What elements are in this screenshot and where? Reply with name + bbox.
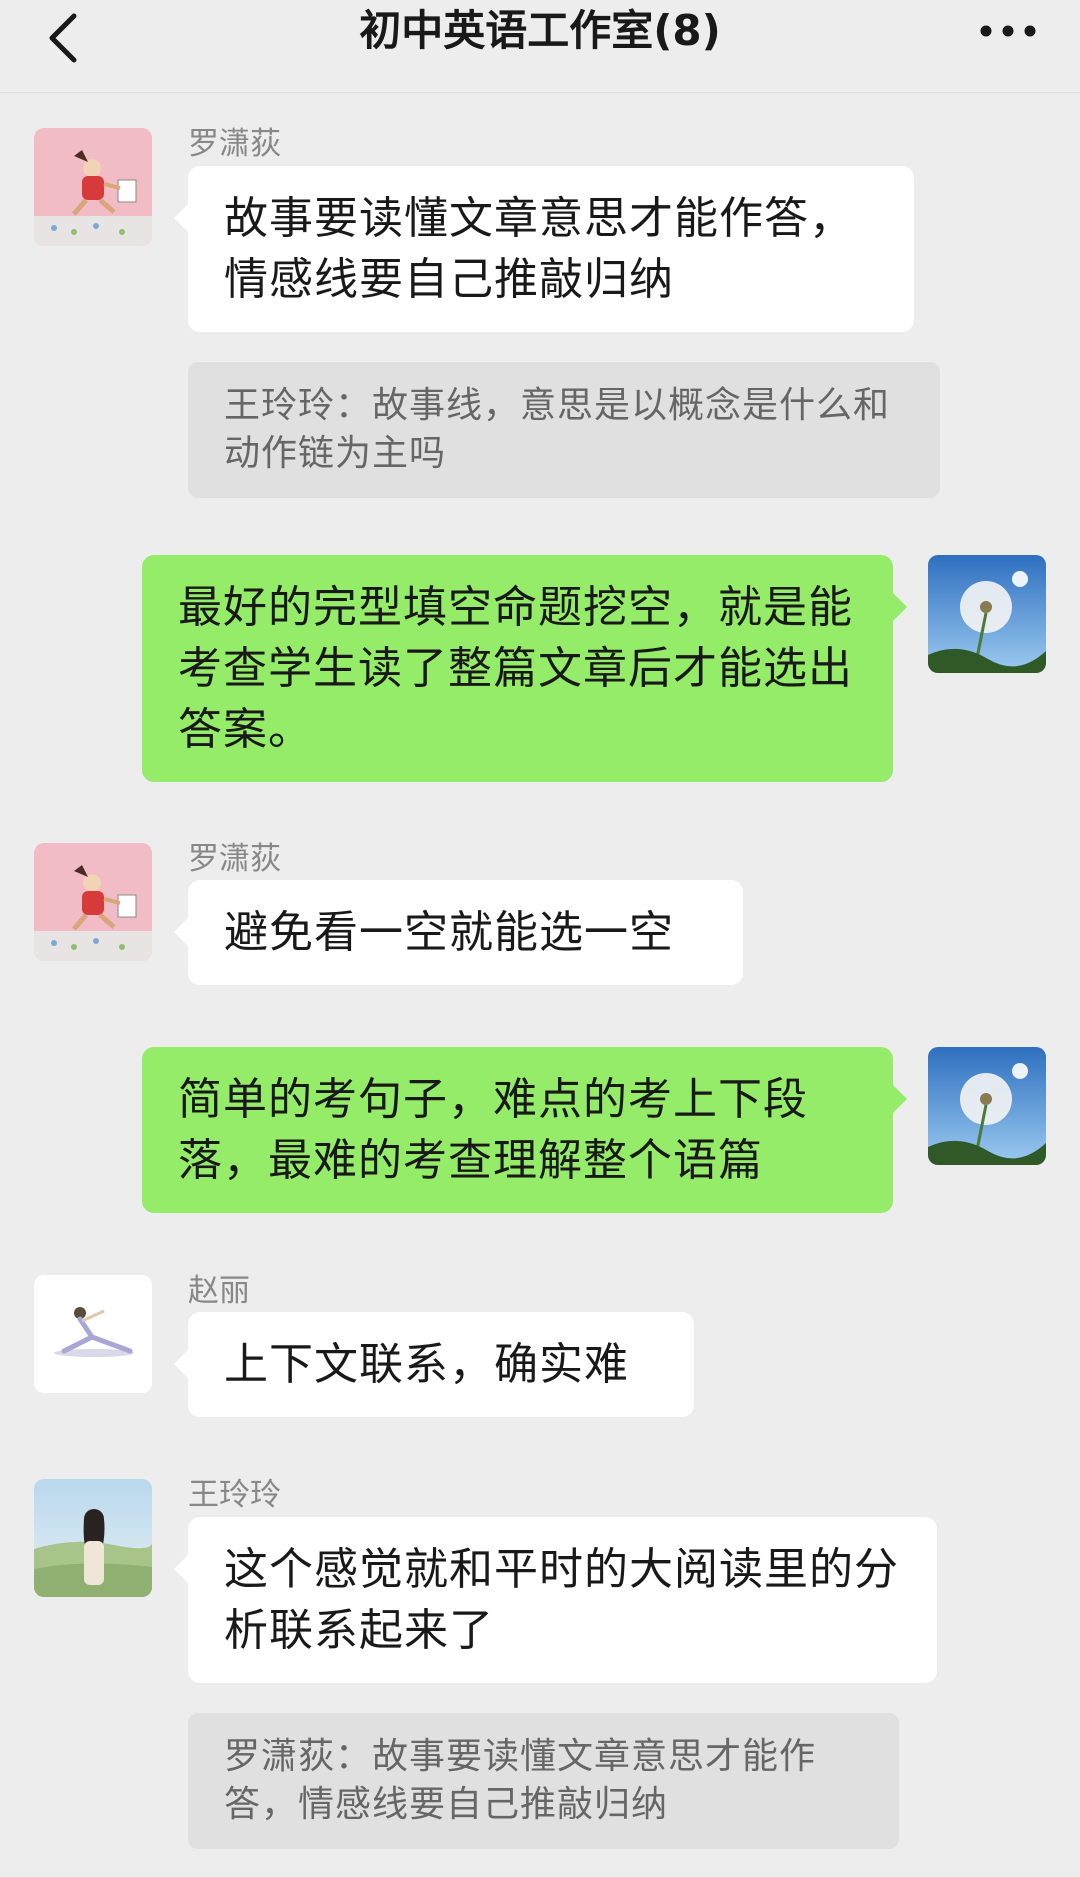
chat-title[interactable]: 初中英语工作室(8)	[0, 0, 1080, 68]
sender-name: 赵丽	[188, 1273, 250, 1309]
avatar-self[interactable]	[928, 555, 1046, 673]
avatar-zhao-li[interactable]	[34, 1275, 152, 1393]
message-bubble[interactable]: 故事要读懂文章意思才能作答，情感线要自己推敲归纳	[174, 166, 914, 332]
sender-name: 罗潇荻	[188, 841, 281, 877]
avatar-luo-xiaodi[interactable]	[34, 843, 152, 961]
avatar-self[interactable]	[928, 1047, 1046, 1165]
avatar-wang-lingling[interactable]	[34, 1479, 152, 1597]
more-horizontal-icon	[980, 25, 1036, 37]
chat-header: 初中英语工作室(8)	[0, 0, 1080, 93]
more-button[interactable]	[976, 16, 1040, 46]
sender-name: 王玲玲	[188, 1477, 281, 1513]
quoted-message[interactable]: 罗潇荻：故事要读懂文章意思才能作答，情感线要自己推敲归纳	[188, 1713, 899, 1849]
message-bubble[interactable]: 避免看一空就能选一空	[174, 880, 743, 985]
avatar-luo-xiaodi[interactable]	[34, 128, 152, 246]
sender-name: 罗潇荻	[188, 126, 281, 162]
message-bubble[interactable]: 简单的考句子，难点的考上下段落，最难的考查理解整个语篇	[142, 1047, 907, 1213]
message-bubble[interactable]: 上下文联系，确实难	[174, 1312, 694, 1417]
quoted-message[interactable]: 王玲玲：故事线，意思是以概念是什么和动作链为主吗	[188, 362, 940, 498]
message-bubble[interactable]: 这个感觉就和平时的大阅读里的分析联系起来了	[174, 1517, 937, 1683]
message-bubble[interactable]: 最好的完型填空命题挖空，就是能考查学生读了整篇文章后才能选出答案。	[142, 555, 907, 782]
